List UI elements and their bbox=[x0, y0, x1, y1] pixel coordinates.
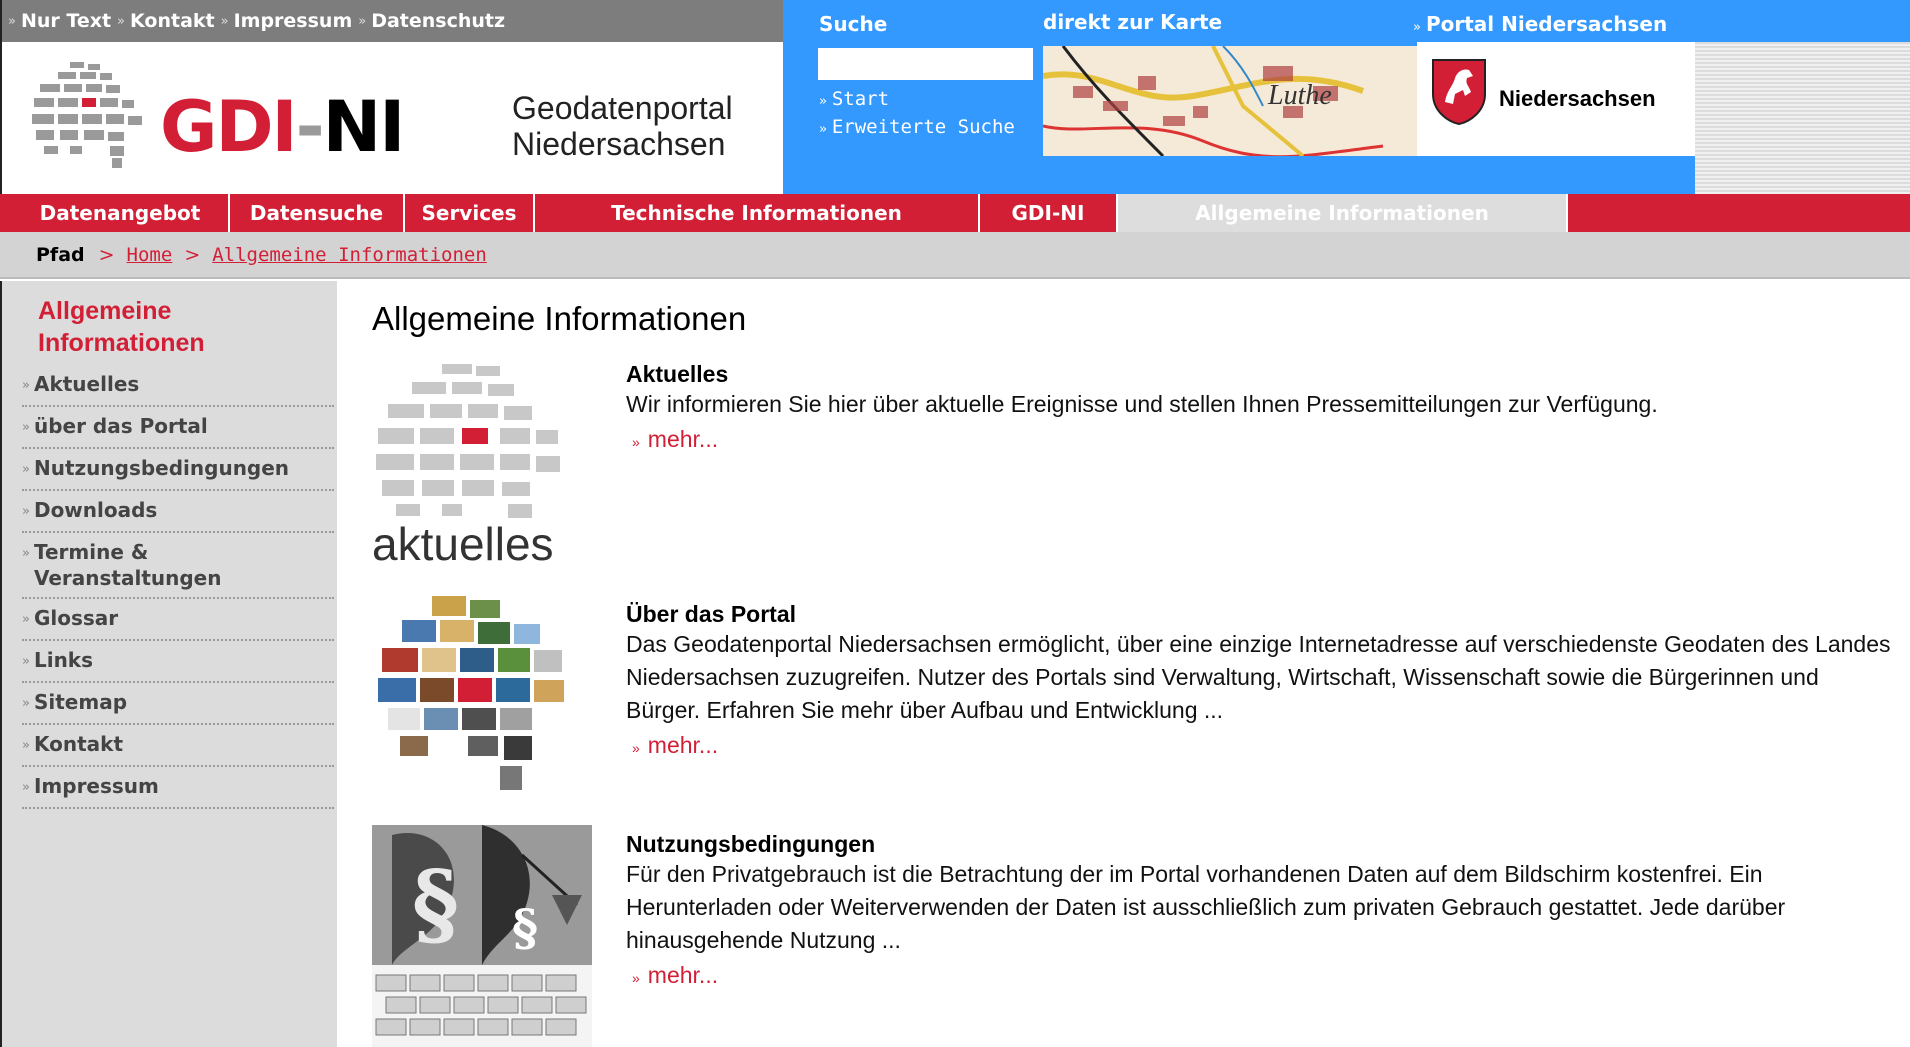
chevron-right-icon: » bbox=[819, 94, 827, 109]
chevron-right-icon: » bbox=[22, 654, 30, 669]
chevron-right-icon: » bbox=[117, 13, 126, 29]
search-input[interactable] bbox=[818, 48, 1033, 80]
entry-text: Aktuelles Wir informieren Sie hier über … bbox=[626, 360, 1896, 460]
chevron-right-icon: » bbox=[22, 780, 30, 795]
svg-text:§: § bbox=[412, 851, 459, 957]
chevron-right-icon: » bbox=[22, 546, 30, 561]
tab-technische-informationen[interactable]: Technische Informationen bbox=[535, 194, 980, 232]
tab-services[interactable]: Services bbox=[405, 194, 535, 232]
top-link-datenschutz[interactable]: » Datenschutz bbox=[358, 10, 505, 32]
gdi-ni-logo-text: GDI-NI bbox=[160, 86, 405, 168]
chevron-right-icon: » bbox=[22, 504, 30, 519]
more-link[interactable]: » mehr... bbox=[626, 421, 1896, 460]
horse-coat-of-arms-icon bbox=[1432, 59, 1486, 126]
entry-text: Nutzungsbedingungen Für den Privatgebrau… bbox=[626, 830, 1896, 996]
chevron-right-icon: » bbox=[358, 13, 367, 29]
justice-paragraph-icon: § § bbox=[372, 825, 592, 1047]
main-navigation: Datenangebot Datensuche Services Technis… bbox=[0, 194, 1910, 232]
portal-thumbnail[interactable] bbox=[372, 590, 592, 804]
nutzungsbedingungen-thumbnail[interactable]: § § bbox=[372, 825, 592, 1047]
top-link-nur-text[interactable]: » Nur Text bbox=[8, 10, 111, 32]
entry-title: Aktuelles bbox=[626, 361, 729, 387]
breadcrumb-label: Pfad bbox=[36, 243, 85, 266]
more-link[interactable]: » mehr... bbox=[626, 957, 1896, 996]
breadcrumb-current[interactable]: Allgemeine Informationen bbox=[212, 244, 487, 266]
map-link-label[interactable]: direkt zur Karte bbox=[1043, 10, 1222, 34]
page-title: Allgemeine Informationen bbox=[372, 300, 747, 337]
sidebar-item-links[interactable]: » Links bbox=[22, 641, 334, 683]
chevron-right-icon: » bbox=[22, 738, 30, 753]
sidebar-item-kontakt[interactable]: » Kontakt bbox=[22, 725, 334, 767]
sidebar-item-impressum[interactable]: » Impressum bbox=[22, 767, 334, 809]
chevron-right-icon: » bbox=[1413, 20, 1421, 35]
chevron-right-icon: » bbox=[22, 462, 30, 477]
search-label: Suche bbox=[819, 12, 888, 36]
entry-text: Über das Portal Das Geodatenportal Niede… bbox=[626, 600, 1896, 766]
top-link-bar: » Nur Text » Kontakt » Impressum » Datenschu… bbox=[0, 0, 783, 42]
aktuelles-thumbnail[interactable]: aktuelles bbox=[372, 360, 592, 574]
entry-description: Wir informieren Sie hier über aktuelle E… bbox=[626, 391, 1658, 417]
svg-text:aktuelles: aktuelles bbox=[372, 518, 554, 570]
sidebar-item-glossar[interactable]: » Glossar bbox=[22, 599, 334, 641]
sidebar-menu: » Aktuelles » über das Portal » Nutzungsbed… bbox=[22, 365, 334, 809]
chevron-right-icon: » bbox=[22, 378, 30, 393]
sidebar-item-aktuelles[interactable]: » Aktuelles bbox=[22, 365, 334, 407]
logo-area: GDI-NI Geodatenportal Niedersachsen bbox=[0, 42, 783, 194]
entry-description: Für den Privatgebrauch ist die Betrachtu… bbox=[626, 861, 1786, 953]
entry-description: Das Geodatenportal Niedersachsen ermögli… bbox=[626, 631, 1891, 723]
tab-datenangebot[interactable]: Datenangebot bbox=[12, 194, 230, 232]
chevron-right-icon: » bbox=[819, 122, 827, 137]
sidebar-item-downloads[interactable]: » Downloads bbox=[22, 491, 334, 533]
portal-title: Geodatenportal Niedersachsen bbox=[512, 90, 733, 162]
chevron-right-icon: » bbox=[22, 420, 30, 435]
top-link-impressum[interactable]: » Impressum bbox=[221, 10, 353, 32]
sidebar: Allgemeine Informationen » Aktuelles » übe… bbox=[0, 281, 337, 1047]
chevron-right-icon: » bbox=[632, 740, 640, 756]
sidebar-title: Allgemeine Informationen bbox=[38, 297, 205, 357]
main-content: Allgemeine Informationen aktuelles Aktue… bbox=[372, 300, 1902, 1047]
svg-text:Luthe: Luthe bbox=[1267, 80, 1332, 111]
sidebar-item-termine[interactable]: » Termine & Veranstaltungen bbox=[22, 533, 334, 599]
entry-title: Über das Portal bbox=[626, 601, 796, 627]
chevron-right-icon: » bbox=[8, 13, 16, 29]
niedersachsen-state-logo[interactable]: Niedersachsen bbox=[1417, 42, 1695, 156]
sidebar-item-ueber-das-portal[interactable]: » über das Portal bbox=[22, 407, 334, 449]
state-name: Niedersachsen bbox=[1499, 86, 1656, 111]
chevron-right-icon: » bbox=[632, 434, 640, 450]
header-blue-strip bbox=[1695, 0, 1910, 42]
sidebar-item-sitemap[interactable]: » Sitemap bbox=[22, 683, 334, 725]
chevron-right-icon: » bbox=[632, 970, 640, 986]
entry-title: Nutzungsbedingungen bbox=[626, 831, 876, 857]
breadcrumb-separator: > bbox=[98, 243, 115, 266]
breadcrumb-separator: > bbox=[184, 243, 201, 266]
portal-niedersachsen-link[interactable]: » Portal Niedersachsen bbox=[1413, 12, 1667, 36]
tab-gdi-ni[interactable]: GDI-NI bbox=[980, 194, 1118, 232]
breadcrumb-home[interactable]: Home bbox=[127, 244, 173, 266]
header-stripe-decoration bbox=[1695, 42, 1910, 194]
portal-collage-icon bbox=[378, 596, 564, 790]
chevron-right-icon: » bbox=[220, 13, 229, 29]
more-link[interactable]: » mehr... bbox=[626, 727, 1896, 766]
aktuelles-map-icon: aktuelles bbox=[372, 364, 560, 570]
gdi-ni-logo-map-icon bbox=[32, 62, 142, 168]
tab-allgemeine-informationen[interactable]: Allgemeine Informationen bbox=[1118, 194, 1568, 232]
sidebar-item-nutzungsbedingungen[interactable]: » Nutzungsbedingungen bbox=[22, 449, 334, 491]
search-start-link[interactable]: » Start bbox=[819, 88, 889, 110]
svg-text:§: § bbox=[512, 898, 538, 957]
tab-datensuche[interactable]: Datensuche bbox=[230, 194, 405, 232]
top-link-kontakt[interactable]: » Kontakt bbox=[117, 10, 215, 32]
chevron-right-icon: » bbox=[22, 696, 30, 711]
breadcrumb: Pfad > Home > Allgemeine Informationen bbox=[0, 232, 1910, 279]
chevron-right-icon: » bbox=[22, 612, 30, 627]
advanced-search-link[interactable]: » Erweiterte Suche bbox=[819, 116, 1015, 138]
